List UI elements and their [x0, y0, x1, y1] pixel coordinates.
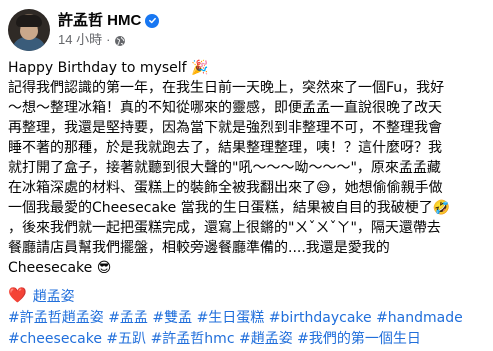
hashtag-link[interactable]: #許孟哲趙孟姿: [8, 310, 104, 326]
post-line: 睡不著的那種，於是我就跑去了，結果整理整理，咦！？這什麼呀？我: [8, 140, 442, 156]
globe-icon[interactable]: [114, 34, 126, 46]
hashtag-link[interactable]: #handmade: [376, 310, 463, 326]
author-name[interactable]: 許孟哲 HMC: [58, 11, 141, 30]
verified-badge-icon: [145, 13, 160, 28]
heart-icon: ❤️: [8, 287, 27, 304]
post-line: 就打開了盒子，接著就聽到很大聲的"吼～～～呦～～～"，原來孟孟藏: [8, 160, 441, 176]
post-header: 許孟哲 HMC 14 小時 ·: [8, 8, 160, 52]
post-line: 在冰箱深處的材料、蛋糕上的裝飾全被我翻出來了😅，她想偷偷親手做: [8, 180, 443, 196]
hashtag-link[interactable]: #birthdaycake: [269, 310, 372, 326]
tagged-person-row: ❤️ 趙孟姿: [8, 286, 75, 306]
hashtag-link[interactable]: #生日蛋糕: [197, 310, 265, 326]
hashtag-line: #許孟哲趙孟姿 #孟孟 #雙孟 #生日蛋糕 #birthdaycake #han…: [8, 308, 488, 329]
post-line: 記得我們認識的第一年，在我生日前一天晚上，突然來了一個Fu，我好: [8, 80, 445, 96]
post-line: ，後來我們就一起把蛋糕完成，還寫上很鏘的"ㄨˇㄨˇㄚ"，隔天還帶去: [8, 220, 441, 236]
tagged-person-link[interactable]: 趙孟姿: [33, 286, 75, 306]
post-line: 一個我最愛的Cheesecake 當我的生日蛋糕，結果被自目的我破梗了🤣: [8, 200, 451, 216]
facebook-post: 許孟哲 HMC 14 小時 · Happy Birthday to myself…: [0, 0, 493, 351]
hashtag-link[interactable]: #雙孟: [152, 310, 192, 326]
post-meta: 許孟哲 HMC 14 小時 ·: [58, 11, 160, 49]
meta-separator: ·: [106, 32, 111, 47]
post-line: 再整理，我還是堅持要，因為當下就是強烈到非整理不可，不整理我會: [8, 120, 442, 136]
author-avatar[interactable]: [8, 9, 50, 51]
post-time-row: 14 小時 ·: [58, 31, 159, 49]
post-line: Happy Birthday to myself 🎉: [8, 60, 209, 76]
hashtag-link[interactable]: #cheesecake: [8, 331, 102, 347]
hashtag-link[interactable]: #孟孟: [108, 310, 148, 326]
hashtag-link[interactable]: #趙孟姿: [239, 331, 293, 347]
post-line: 餐廳請店員幫我們擺盤，相較旁邊餐廳準備的....我還是愛我的: [8, 240, 390, 256]
hashtag-list: #許孟哲趙孟姿 #孟孟 #雙孟 #生日蛋糕 #birthdaycake #han…: [8, 308, 488, 350]
post-line: ～想～整理冰箱！真的不知從哪來的靈感，即便孟孟一直說很晚了改天: [8, 100, 442, 116]
hashtag-link[interactable]: #五趴: [106, 331, 146, 347]
post-line: Cheesecake 😎: [8, 260, 112, 276]
hashtag-link[interactable]: #我們的第一個生日: [297, 331, 421, 347]
hashtag-line: #cheesecake #五趴 #許孟哲hmc #趙孟姿 #我們的第一個生日: [8, 329, 488, 350]
post-body: Happy Birthday to myself 🎉 記得我們認識的第一年，在我…: [8, 58, 486, 278]
hashtag-link[interactable]: #許孟哲hmc: [151, 331, 235, 347]
author-name-row: 許孟哲 HMC: [58, 11, 160, 30]
post-timestamp[interactable]: 14 小時: [58, 31, 102, 49]
